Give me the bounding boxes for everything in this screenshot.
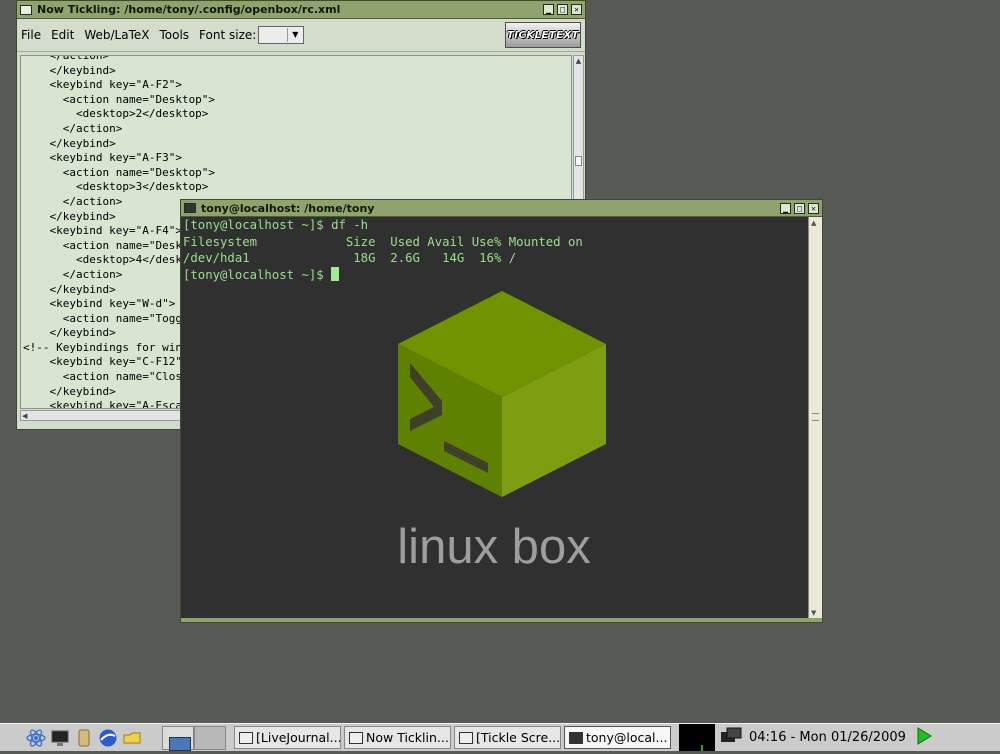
task-list: [LiveJournal... Now Ticklin... [Tickle S… — [234, 726, 671, 749]
maximize-button[interactable]: □ — [557, 4, 568, 15]
terminal-prompt-line[interactable]: [tony@localhost ~]$ — [181, 266, 807, 284]
task-label: [Tickle Scre... — [476, 730, 561, 745]
folder-icon[interactable] — [122, 728, 142, 748]
pager-desktop-1[interactable] — [162, 725, 194, 751]
menu-tools[interactable]: Tools — [159, 28, 189, 42]
monitor-icon[interactable] — [50, 728, 70, 748]
task-tickle-screen[interactable]: [Tickle Scre... — [454, 726, 561, 749]
editor-title: Now Tickling: /home/tony/.config/openbox… — [37, 3, 341, 16]
task-now-tickling[interactable]: Now Ticklin... — [344, 726, 451, 749]
task-label: tony@local... — [586, 730, 668, 745]
task-label: Now Ticklin... — [366, 730, 449, 745]
menu-edit[interactable]: Edit — [51, 28, 74, 42]
display-icon[interactable] — [719, 726, 745, 750]
scrollbar-grip[interactable] — [812, 413, 819, 421]
globe-icon[interactable] — [98, 728, 118, 748]
window-menu-icon[interactable] — [20, 4, 32, 15]
atom-icon[interactable] — [26, 728, 46, 748]
editor-titlebar[interactable]: Now Tickling: /home/tony/.config/openbox… — [17, 1, 585, 19]
terminal-icon[interactable] — [184, 203, 196, 213]
scroll-left-icon[interactable]: ◀ — [22, 411, 27, 421]
linux-box-cube-logo — [398, 291, 606, 497]
minimize-button[interactable]: ▁ — [543, 4, 554, 15]
minimize-button[interactable]: ▁ — [780, 202, 791, 214]
task-terminal[interactable]: tony@local... — [564, 726, 671, 749]
terminal-icon — [569, 731, 583, 744]
taskbar: [LiveJournal... Now Ticklin... [Tickle S… — [0, 723, 1000, 751]
terminal-output[interactable]: [tony@localhost ~]$ df -h Filesystem Siz… — [181, 217, 807, 619]
terminal-line: /dev/hda1 18G 2.6G 14G 16% / — [183, 251, 517, 265]
linux-box-wordmark: linux box — [397, 520, 591, 574]
menu-web-latex[interactable]: Web/LaTeX — [84, 28, 149, 42]
maximize-button[interactable]: □ — [794, 202, 805, 214]
font-size-label: Font size: — [199, 28, 257, 42]
scrollbar-thumb[interactable] — [575, 156, 582, 166]
pager-window-thumbnail — [169, 736, 191, 751]
chevron-down-icon[interactable]: ▼ — [287, 28, 302, 42]
terminal-line: [tony@localhost ~]$ df -h — [183, 218, 369, 232]
menu-file[interactable]: File — [21, 28, 41, 42]
scroll-icon[interactable] — [74, 728, 94, 748]
terminal-title: tony@localhost: /home/tony — [201, 201, 375, 215]
task-livejournal[interactable]: [LiveJournal... — [234, 726, 341, 749]
desktop-pager — [162, 725, 226, 751]
cpu-monitor-graph[interactable] — [679, 724, 715, 751]
task-label: [LiveJournal... — [256, 730, 341, 745]
text-cursor — [331, 266, 340, 281]
close-button[interactable]: ✕ — [571, 4, 582, 15]
terminal-window[interactable]: tony@localhost: /home/tony ▁ □ ✕ [tony@l… — [180, 199, 823, 623]
tickletext-logo[interactable]: TICKLETEXT — [505, 22, 581, 48]
terminal-bottom-border — [181, 618, 822, 622]
window-icon — [239, 731, 253, 744]
terminal-line: Filesystem Size Used Avail Use% Mounted … — [183, 234, 583, 249]
close-button[interactable]: ✕ — [808, 202, 819, 214]
terminal-titlebar[interactable]: tony@localhost: /home/tony ▁ □ ✕ — [181, 200, 822, 217]
scroll-up-icon[interactable]: ▲ — [574, 56, 583, 66]
terminal-scrollbar[interactable]: ▲ ▼ — [808, 217, 822, 619]
pager-desktop-2[interactable] — [194, 725, 226, 750]
clock[interactable]: 04:16 - Mon 01/26/2009 — [749, 730, 906, 745]
scroll-down-icon[interactable]: ▼ — [811, 609, 816, 617]
window-icon — [459, 731, 473, 744]
terminal-prompt: [tony@localhost ~]$ — [183, 267, 332, 282]
window-icon — [349, 731, 363, 744]
play-icon[interactable] — [916, 726, 932, 749]
font-size-select[interactable]: ▼ — [258, 26, 305, 44]
scroll-up-icon[interactable]: ▲ — [811, 219, 816, 227]
editor-menubar: File Edit Web/LaTeX Tools Font size: ▼ T… — [17, 19, 585, 52]
